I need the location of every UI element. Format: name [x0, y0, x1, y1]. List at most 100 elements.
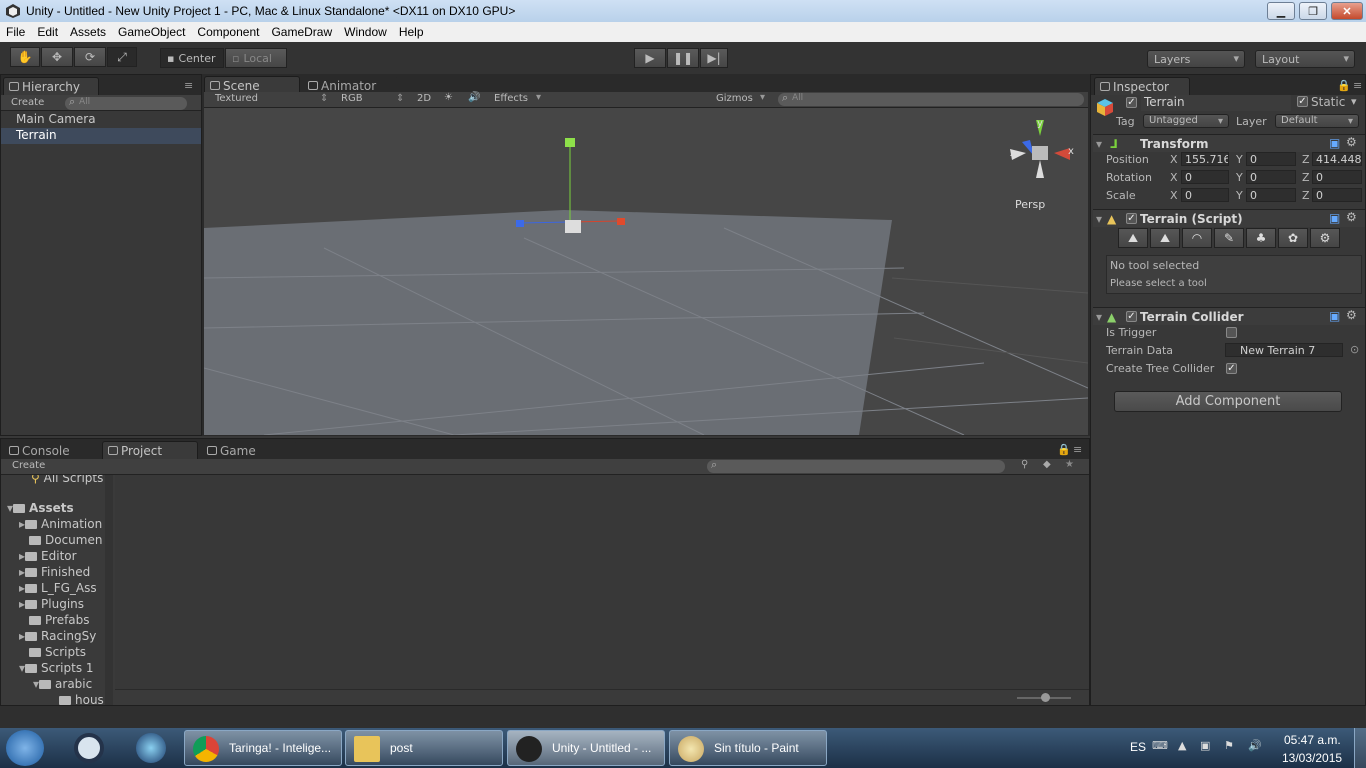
tab-hierarchy[interactable]: Hierarchy	[3, 77, 99, 95]
smooth-height-tool-icon[interactable]: ◠	[1182, 228, 1212, 248]
network-icon[interactable]: ▣	[1200, 739, 1210, 752]
terrain-collider-header[interactable]: ▾ ▲ ✓ Terrain Collider ▣ ⚙	[1093, 307, 1365, 325]
place-trees-tool-icon[interactable]: ♣	[1246, 228, 1276, 248]
layer-dropdown[interactable]: Default	[1275, 114, 1359, 128]
folder-item[interactable]: Prefabs	[29, 613, 90, 627]
layers-dropdown[interactable]: Layers	[1147, 50, 1245, 68]
gameobject-name-input[interactable]: Terrain	[1141, 95, 1291, 111]
taskbar-item-chrome[interactable]: Taringa! - Intelige...	[184, 730, 342, 766]
rotation-z-input[interactable]: 0	[1312, 170, 1362, 184]
settings-gear-icon[interactable]: ⚙	[1346, 135, 1357, 149]
folder-item[interactable]: ▸ Finished	[19, 565, 90, 579]
tab-project[interactable]: Project	[102, 441, 198, 459]
position-x-input[interactable]: 155.716	[1181, 152, 1229, 166]
foldout-arrow-icon[interactable]: ▾	[1096, 212, 1102, 226]
transform-header[interactable]: ▾ ⅃ Transform ▣ ⚙	[1093, 134, 1365, 152]
settings-gear-icon[interactable]: ⚙	[1346, 210, 1357, 224]
favorite-star-icon[interactable]: ★	[1065, 459, 1074, 470]
color-mode-dropdown[interactable]: RGB	[341, 93, 363, 104]
show-desktop-button[interactable]	[1354, 728, 1366, 768]
hierarchy-search-input[interactable]: All	[65, 95, 187, 110]
paint-height-tool-icon[interactable]: ⛰	[1150, 228, 1180, 248]
scale-x-input[interactable]: 0	[1181, 188, 1229, 202]
lighting-toggle-icon[interactable]: ☀	[444, 92, 453, 103]
x-axis-handle[interactable]	[617, 218, 625, 225]
menu-window[interactable]: Window	[338, 25, 393, 39]
effects-dropdown[interactable]: Effects	[494, 93, 528, 104]
rotation-x-input[interactable]: 0	[1181, 170, 1229, 184]
minimize-button[interactable]: ▁	[1267, 2, 1295, 20]
hierarchy-item-main-camera[interactable]: Main Camera	[1, 112, 201, 128]
maximize-button[interactable]: ❐	[1299, 2, 1327, 20]
terrain-settings-tool-icon[interactable]: ⚙	[1310, 228, 1340, 248]
taskbar-item-paint[interactable]: Sin título - Paint	[669, 730, 827, 766]
search-by-type-icon[interactable]: ⚲	[1021, 459, 1028, 470]
add-component-button[interactable]: Add Component	[1114, 391, 1342, 412]
hierarchy-create-dropdown[interactable]: Create	[11, 97, 44, 108]
foldout-arrow-icon[interactable]: ▾	[1096, 137, 1102, 151]
help-icon[interactable]: ▣	[1329, 211, 1340, 225]
language-indicator[interactable]: ES	[1130, 740, 1146, 754]
menu-component[interactable]: Component	[191, 25, 265, 39]
scale-y-input[interactable]: 0	[1246, 188, 1296, 202]
panel-menu-icon[interactable]: ≡	[1073, 443, 1082, 456]
rotate-tool-icon[interactable]: ⟳	[74, 47, 106, 67]
folder-item[interactable]: ▸ RacingSy	[19, 629, 96, 643]
help-icon[interactable]: ▣	[1329, 136, 1340, 150]
pause-button-icon[interactable]: ❚❚	[667, 48, 699, 68]
terrain-collider-enabled-checkbox[interactable]: ✓	[1126, 311, 1137, 322]
menu-help[interactable]: Help	[393, 25, 430, 39]
media-player-taskbar-icon[interactable]	[136, 733, 166, 763]
paint-details-tool-icon[interactable]: ✿	[1278, 228, 1308, 248]
tab-console[interactable]: Console	[3, 441, 99, 459]
all-scripts-item[interactable]: ⚲ All Scripts	[31, 475, 103, 485]
create-tree-collider-checkbox[interactable]: ✓	[1226, 363, 1237, 374]
static-checkbox[interactable]: ✓	[1297, 96, 1308, 107]
raise-terrain-tool-icon[interactable]: ⛰	[1118, 228, 1148, 248]
folder-item[interactable]: Documen	[29, 533, 102, 547]
render-mode-dropdown[interactable]: Textured	[215, 93, 258, 104]
clock-time[interactable]: 05:47 a.m.	[1284, 733, 1341, 747]
action-center-flag-icon[interactable]: ⚑	[1224, 739, 1234, 752]
close-button[interactable]: ✕	[1331, 2, 1363, 20]
lock-icon[interactable]: 🔒	[1337, 79, 1351, 92]
windows-start-button-icon[interactable]	[6, 730, 44, 766]
menu-file[interactable]: File	[0, 25, 31, 39]
gameobject-active-checkbox[interactable]: ✓	[1126, 97, 1137, 108]
help-icon[interactable]: ▣	[1329, 309, 1340, 323]
steam-taskbar-icon[interactable]	[74, 733, 104, 763]
rotation-y-input[interactable]: 0	[1246, 170, 1296, 184]
project-search-input[interactable]	[707, 458, 1005, 473]
scale-z-input[interactable]: 0	[1312, 188, 1362, 202]
menu-gameobject[interactable]: GameObject	[112, 25, 191, 39]
persp-label[interactable]: Persp	[1015, 198, 1045, 211]
project-create-dropdown[interactable]: Create	[12, 460, 45, 471]
layout-dropdown[interactable]: Layout	[1255, 50, 1355, 68]
center-scale-handle[interactable]	[565, 220, 581, 233]
assets-folder[interactable]: ▾ Assets	[7, 501, 74, 515]
settings-gear-icon[interactable]: ⚙	[1346, 308, 1357, 322]
lock-icon[interactable]: 🔒	[1057, 443, 1071, 456]
pivot-local-button[interactable]: ▫ Local	[225, 48, 287, 68]
gizmos-dropdown[interactable]: Gizmos	[716, 93, 753, 104]
slider-thumb[interactable]	[1041, 693, 1050, 702]
folder-item[interactable]: ▸ Editor	[19, 549, 77, 563]
tag-dropdown[interactable]: Untagged	[1143, 114, 1229, 128]
static-dropdown-icon[interactable]: ▾	[1351, 95, 1357, 108]
object-picker-icon[interactable]: ⊙	[1350, 343, 1359, 356]
volume-icon[interactable]: 🔊	[1248, 739, 1262, 752]
position-z-input[interactable]: 414.448	[1312, 152, 1362, 166]
move-tool-icon[interactable]: ✥	[41, 47, 73, 67]
scene-search-input[interactable]: All	[778, 91, 1084, 106]
terrain-data-field[interactable]: New Terrain 7	[1225, 343, 1343, 357]
tab-inspector[interactable]: Inspector	[1094, 77, 1190, 95]
is-trigger-checkbox[interactable]	[1226, 327, 1237, 338]
y-axis-handle[interactable]	[565, 138, 575, 147]
terrain-script-header[interactable]: ▾ ▲ ✓ Terrain (Script) ▣ ⚙	[1093, 209, 1365, 227]
scene-viewport[interactable]: y x z Persp	[204, 108, 1088, 435]
folder-item[interactable]: hous	[59, 693, 104, 705]
folder-item[interactable]: ▸ Animation	[19, 517, 102, 531]
position-y-input[interactable]: 0	[1246, 152, 1296, 166]
menu-edit[interactable]: Edit	[31, 25, 64, 39]
folder-item[interactable]: ▾ arabic	[33, 677, 92, 691]
